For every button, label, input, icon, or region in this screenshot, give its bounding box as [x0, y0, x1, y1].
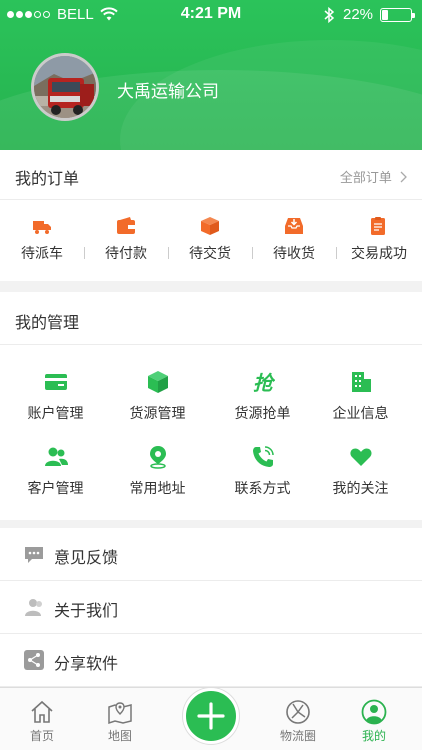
grid-item-company-info[interactable]: 企业信息 — [308, 370, 413, 430]
profile-icon — [361, 699, 387, 725]
building-icon — [352, 372, 371, 392]
grid-item-account[interactable]: 账户管理 — [3, 370, 108, 430]
grid-label: 货源抢单 — [234, 406, 291, 422]
battery-icon — [380, 8, 415, 22]
order-label: 待付款 — [105, 246, 147, 262]
grid-label: 账户管理 — [27, 406, 84, 422]
orders-section: 我的订单 全部订单 待派车 待付款 待交货 待收货 交易成功 — [0, 150, 422, 281]
tab-label: 物流圈 — [279, 729, 316, 743]
inbox-icon — [285, 218, 303, 234]
users-icon — [45, 447, 68, 466]
tab-label: 地图 — [107, 729, 132, 743]
grid-item-cargo[interactable]: 货源管理 — [105, 370, 210, 430]
grid-item-grab-orders[interactable]: 抢 货源抢单 — [210, 370, 315, 430]
tab-label: 我的 — [361, 729, 386, 743]
about-icon — [25, 599, 42, 616]
company-name: 大禹运输公司 — [117, 82, 219, 102]
divider — [168, 247, 169, 259]
grid-item-favorites[interactable]: 我的关注 — [308, 445, 413, 505]
truck-icon — [33, 221, 51, 234]
svg-text:抢: 抢 — [253, 371, 275, 394]
card-icon — [45, 374, 67, 390]
tab-home[interactable]: 首页 — [0, 688, 84, 750]
all-orders-link[interactable]: 全部订单 — [340, 167, 408, 186]
order-status-row: 待派车 待付款 待交货 待收货 交易成功 — [0, 201, 422, 281]
list-label: 关于我们 — [54, 601, 119, 620]
divider — [84, 247, 85, 259]
grid-item-contact[interactable]: 联系方式 — [210, 445, 315, 505]
feedback-icon — [25, 547, 43, 563]
home-icon — [31, 700, 53, 723]
wallet-icon — [117, 217, 135, 234]
order-label: 待交货 — [189, 246, 231, 262]
order-label: 待收货 — [273, 246, 315, 262]
avatar[interactable] — [31, 53, 99, 121]
list-item-share[interactable]: 分享软件 — [0, 634, 422, 687]
list-label: 意见反馈 — [54, 548, 119, 567]
logistics-circle-icon — [286, 700, 310, 724]
plus-icon — [197, 702, 225, 730]
tab-logistics-circle[interactable]: 物流圈 — [256, 688, 340, 750]
list-label: 分享软件 — [54, 654, 119, 673]
add-button[interactable] — [183, 688, 239, 744]
grab-icon: 抢 — [253, 371, 275, 394]
package-icon — [201, 217, 219, 235]
order-pending-receipt[interactable]: 待收货 — [252, 201, 336, 281]
grid-label: 联系方式 — [234, 481, 291, 497]
management-section: 我的管理 账户管理 货源管理 抢 货源抢单 企业信息 客户管理 常用地址 联系方… — [0, 292, 422, 520]
orders-title: 我的订单 — [15, 169, 80, 188]
order-label: 交易成功 — [351, 246, 407, 262]
chevron-right-icon — [400, 171, 407, 183]
clipboard-icon — [371, 217, 385, 235]
tab-mine[interactable]: 我的 — [332, 688, 416, 750]
bluetooth-icon — [324, 6, 335, 24]
divider — [252, 247, 253, 259]
phone-icon — [253, 446, 274, 467]
grid-label: 常用地址 — [129, 481, 186, 497]
all-orders-label: 全部订单 — [339, 171, 392, 186]
management-header: 我的管理 — [0, 292, 422, 345]
grid-label: 货源管理 — [129, 406, 186, 422]
profile-header: BELL 4:21 PM 22% 大禹运输公司 — [0, 0, 422, 150]
order-label: 待派车 — [21, 246, 63, 262]
tab-map[interactable]: 地图 — [78, 688, 162, 750]
grid-item-customers[interactable]: 客户管理 — [3, 445, 108, 505]
grid-item-addresses[interactable]: 常用地址 — [105, 445, 210, 505]
management-title: 我的管理 — [15, 313, 80, 332]
divider — [336, 247, 337, 259]
map-icon — [108, 702, 132, 725]
cube-icon — [148, 371, 168, 393]
orders-header: 我的订单 全部订单 — [0, 150, 422, 200]
list-item-feedback[interactable]: 意见反馈 — [0, 528, 422, 581]
grid-label: 我的关注 — [332, 481, 389, 497]
share-icon — [24, 650, 44, 670]
tab-label: 首页 — [29, 729, 54, 743]
order-pending-delivery[interactable]: 待交货 — [168, 201, 252, 281]
order-pending-payment[interactable]: 待付款 — [84, 201, 168, 281]
order-completed[interactable]: 交易成功 — [336, 201, 422, 281]
battery-percent: 22% — [343, 6, 374, 23]
order-pending-dispatch[interactable]: 待派车 — [0, 201, 84, 281]
list-item-about[interactable]: 关于我们 — [0, 581, 422, 634]
location-pin-icon — [150, 446, 166, 469]
grid-label: 企业信息 — [332, 406, 389, 422]
grid-label: 客户管理 — [27, 481, 84, 497]
status-bar: BELL 4:21 PM 22% — [0, 0, 422, 30]
heart-icon — [350, 448, 372, 466]
